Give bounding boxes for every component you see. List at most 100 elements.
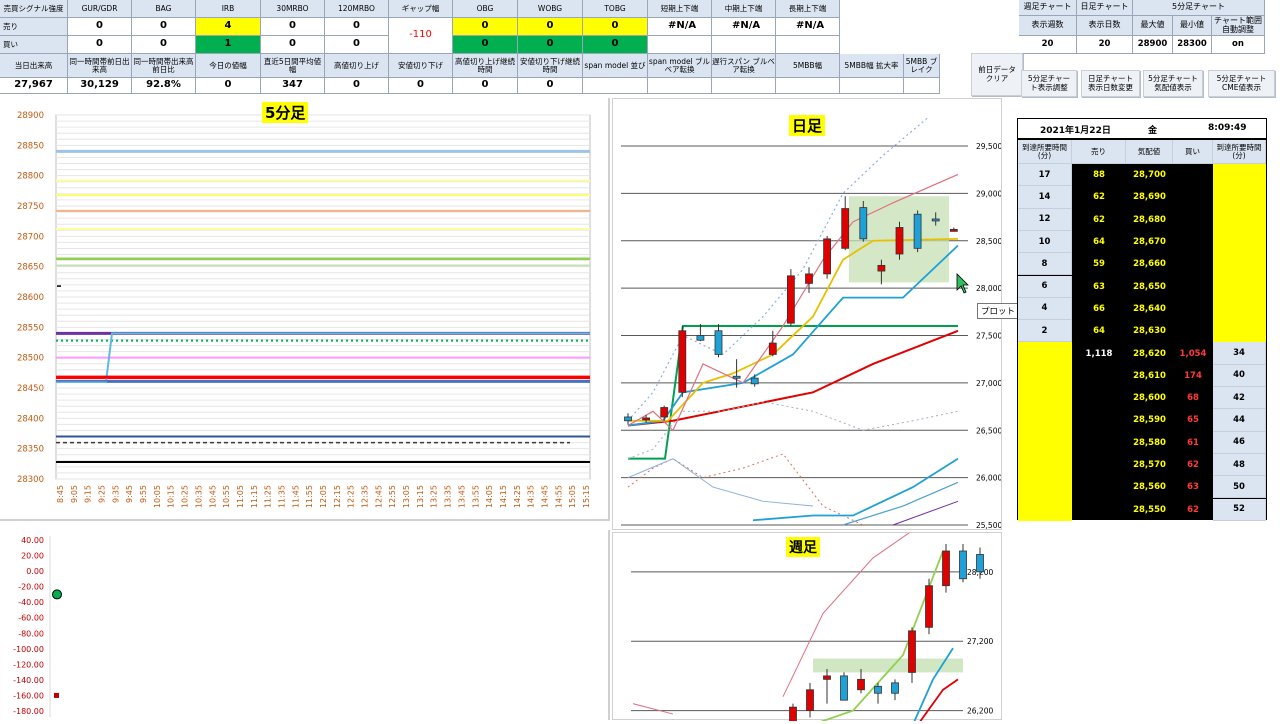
daily-candle-body: [913, 213, 922, 249]
ask-price-cell: 28,660: [1133, 259, 1166, 270]
daily-span-d: [892, 500, 959, 526]
stat-header: 高値切り上げ継続時間: [453, 54, 518, 78]
ask-price-cell: 28,690: [1133, 192, 1166, 203]
daily-y-tick-label: 29,000: [976, 189, 1001, 198]
five-min-chart-panel[interactable]: 28900 28850 28800 28750 28700 28650 28600 28550…: [0, 98, 610, 521]
y-tick-label: 28450: [17, 384, 44, 394]
five-min-adjust-button[interactable]: 5分足チャート表示調整: [1021, 70, 1077, 97]
osc-y-tick-label: -140.00: [13, 676, 44, 685]
bid-qty-cell: 62: [1187, 504, 1199, 515]
y-tick-label: 28900: [17, 111, 44, 121]
bid-price-cell: 28,570: [1133, 460, 1166, 471]
weekly-candle-body: [959, 550, 967, 580]
ask-price-cell: 28,650: [1133, 281, 1166, 292]
y-tick-label: 28650: [17, 263, 44, 273]
y-tick-label: 28800: [17, 172, 44, 182]
signal-header: TOBG: [583, 0, 648, 18]
daily-y-tick-label: 26,000: [976, 474, 1001, 483]
weekly-candle-body: [840, 675, 848, 701]
x-tick-label: 13:25: [430, 485, 439, 508]
weekly-chart-panel[interactable]: 28,20027,20026,200 週足: [612, 522, 1002, 724]
daily-days-change-button[interactable]: 日足チャート表示日数変更: [1081, 70, 1140, 97]
signal-sell-value: #N/A: [712, 18, 776, 36]
signal-buy-value: 0: [68, 36, 132, 54]
signal-sell-value: 4: [196, 18, 261, 36]
y-tick-label: 28700: [17, 232, 44, 242]
settings-subheader: チャート範囲自動調整: [1212, 16, 1265, 36]
daily-candle-body: [714, 330, 723, 355]
weekly-chart: 28,20027,20026,200: [631, 522, 993, 724]
x-tick-label: 9:05: [70, 485, 79, 503]
daily-candle-body: [877, 264, 886, 272]
x-tick-label: 14:25: [513, 485, 522, 508]
daily-candle-body: [624, 416, 632, 422]
five-min-cme-button[interactable]: 5分足チャートCME値表示: [1208, 70, 1275, 97]
settings-value: 20: [1019, 36, 1077, 54]
x-tick-label: 14:05: [485, 485, 494, 508]
weekly-candle-body: [942, 550, 950, 587]
bid-price-cell: 28,580: [1133, 437, 1166, 448]
daily-y-tick-label: 28,500: [976, 237, 1001, 246]
settings-value: 28300: [1173, 36, 1212, 54]
bid-qty-cell: 61: [1187, 437, 1199, 448]
weekly-candle-body: [925, 585, 933, 628]
ask-buy-empty: [1173, 253, 1213, 275]
weekly-ma-long: [917, 678, 959, 724]
row-label-sell: 売り: [0, 18, 68, 36]
x-tick-label: 14:15: [499, 485, 508, 508]
stat-header: 今日の値幅: [196, 54, 261, 78]
weekly-chart-title: 週足: [786, 537, 820, 557]
weekly-candle-body: [806, 689, 814, 711]
x-tick-label: 14:55: [554, 485, 563, 508]
ask-qty-cell: 64: [1093, 237, 1105, 248]
x-tick-label: 13:55: [471, 485, 480, 508]
stat-header: 安値切り下げ: [389, 54, 453, 78]
bid-sell-total-cell: 1,118: [1085, 348, 1113, 359]
signal-header: 長期上下端: [776, 0, 840, 18]
stat-header: span model 並び: [583, 54, 648, 78]
daily-chart-panel[interactable]: 29,500 29,000 28,500 28,000 27,500 27,000 26,5…: [612, 98, 1048, 530]
weekly-candle-body: [976, 554, 984, 573]
stat-value: 0: [389, 78, 453, 94]
x-tick-label: 13:35: [444, 485, 453, 508]
x-tick-label: 13:45: [457, 485, 466, 508]
x-tick-label: 11:25: [264, 485, 273, 508]
bid-sell-total-cell: [1072, 409, 1126, 431]
weekly-shaded-box: [813, 658, 963, 673]
daily-chart-title: 日足: [789, 115, 826, 136]
stat-value: 30,129: [68, 78, 132, 94]
osc-y-tick-label: -20.00: [18, 583, 44, 592]
x-tick-label: 15:05: [568, 485, 577, 508]
ask-qty-cell: 62: [1093, 214, 1105, 225]
settings-value: on: [1212, 36, 1265, 54]
ask-qty-cell: 59: [1093, 259, 1105, 270]
bid-time-cell: 48: [1213, 453, 1266, 477]
ask-buy-empty: [1173, 231, 1213, 253]
x-tick-label: 14:35: [527, 485, 536, 508]
daily-candle-body: [678, 330, 687, 393]
settings-value: 28900: [1133, 36, 1173, 54]
x-tick-label: 11:35: [277, 485, 286, 508]
y-tick-label: 28600: [17, 293, 44, 303]
stat-header: 5MBB幅 拡大率: [840, 54, 904, 78]
board-header: 到達所要時間 (分): [1018, 140, 1072, 164]
osc-point: [52, 589, 62, 600]
signal-header: GUR/GDR: [68, 0, 132, 18]
weekly-y-tick-label: 27,200: [967, 637, 993, 646]
ask-qty-cell: 88: [1093, 170, 1105, 181]
settings-subheader: 表示週数: [1019, 16, 1077, 36]
daily-candle-body: [949, 228, 958, 232]
five-min-quote-button[interactable]: 5分足チャート気配値表示: [1143, 70, 1203, 97]
daily-span-c: [842, 481, 959, 526]
stat-header: 遅行スパン ブルベア転換: [712, 54, 776, 78]
bid-price-cell: 28,600: [1133, 393, 1166, 404]
signal-header: WOBG: [518, 0, 583, 18]
settings-subheader: 最大値: [1133, 16, 1173, 36]
osc-y-tick-label: -180.00: [13, 707, 44, 716]
osc-y-tick-label: 0.00: [26, 567, 44, 576]
x-tick-label: 13:15: [416, 485, 425, 508]
daily-data-clear-button[interactable]: 前日データクリア: [971, 53, 1023, 96]
oscillator-panel[interactable]: 40.00 20.00 0.00 -20.00 -40.00 -60.00 -80.00 -1…: [0, 530, 610, 720]
board-header: 気配値: [1126, 140, 1173, 164]
bid-time-cell: 40: [1213, 364, 1266, 387]
